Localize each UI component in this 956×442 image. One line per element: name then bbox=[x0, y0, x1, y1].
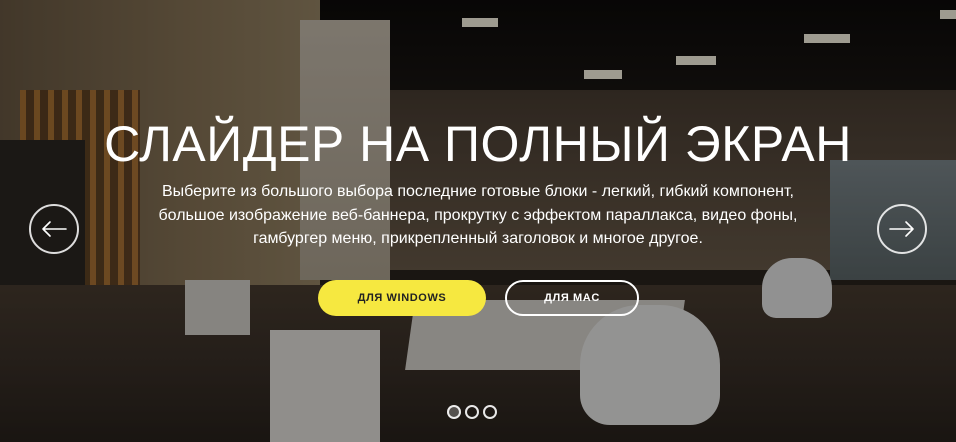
arrow-left-icon bbox=[42, 221, 67, 237]
subtitle-line: Выберите из большого выбора последние го… bbox=[162, 183, 794, 200]
next-slide-button[interactable] bbox=[877, 204, 927, 254]
prev-slide-button[interactable] bbox=[29, 204, 79, 254]
pagination-dot-1[interactable] bbox=[447, 405, 461, 419]
slide-subtitle: Выберите из большого выбора последние го… bbox=[100, 180, 856, 251]
subtitle-line: гамбургер меню, прикрепленный заголовок … bbox=[253, 230, 703, 247]
pagination-dot-2[interactable] bbox=[465, 405, 479, 419]
pagination-dot-3[interactable] bbox=[483, 405, 497, 419]
download-windows-button[interactable]: ДЛЯ WINDOWS bbox=[318, 280, 486, 316]
subtitle-line: большое изображение веб-баннера, прокрут… bbox=[158, 206, 798, 224]
slide-pagination bbox=[447, 405, 497, 419]
download-mac-button[interactable]: ДЛЯ MAC bbox=[505, 280, 639, 316]
arrow-right-icon bbox=[889, 221, 914, 237]
fullscreen-slider: СЛАЙДЕР НА ПОЛНЫЙ ЭКРАН Выберите из боль… bbox=[0, 0, 956, 442]
slide-title: СЛАЙДЕР НА ПОЛНЫЙ ЭКРАН bbox=[104, 116, 852, 172]
slide-content: СЛАЙДЕР НА ПОЛНЫЙ ЭКРАН Выберите из боль… bbox=[0, 0, 956, 442]
